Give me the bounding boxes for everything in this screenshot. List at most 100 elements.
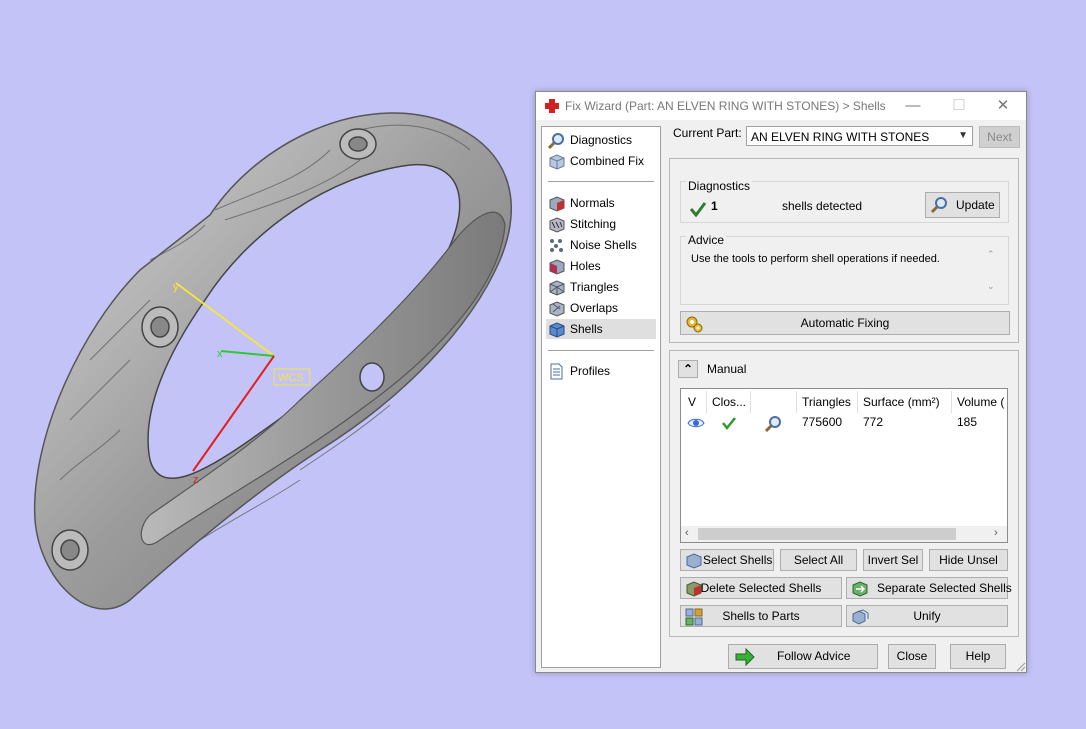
col-header-closed[interactable]: Clos...	[712, 395, 746, 409]
nav-item-diagnostics[interactable]: Diagnostics	[546, 130, 656, 150]
double-chevron-up-icon: ⌃	[682, 362, 694, 376]
shells-table[interactable]: V Clos... Triangles Surface (mm²) Volume…	[680, 388, 1008, 543]
update-button-label: Update	[956, 198, 995, 212]
shells-cube-icon	[549, 322, 565, 338]
delete-selected-shells-label: Delete Selected Shells	[700, 581, 822, 595]
nav-item-shells[interactable]: Shells	[546, 319, 656, 339]
nav-divider	[548, 350, 654, 351]
table-horizontal-scrollbar[interactable]: ‹ ›	[681, 526, 1007, 542]
collapse-manual-button[interactable]: ⌃	[678, 360, 698, 378]
col-header-triangles[interactable]: Triangles	[802, 395, 851, 409]
nav-item-noise-shells[interactable]: Noise Shells	[546, 235, 656, 255]
cell-surface: 772	[863, 415, 884, 429]
follow-advice-label: Follow Advice	[777, 649, 851, 663]
maximize-button[interactable]: ☐	[936, 92, 982, 120]
col-header-visible[interactable]: V	[688, 395, 696, 409]
unify-icon	[852, 609, 869, 625]
magnifier-icon[interactable]	[765, 415, 782, 432]
nav-item-normals[interactable]: Normals	[546, 193, 656, 213]
advice-text: Use the tools to perform shell operation…	[691, 253, 940, 265]
nav-label: Combined Fix	[570, 154, 645, 168]
nav-label: Profiles	[570, 364, 611, 378]
close-button[interactable]: Close	[888, 644, 936, 669]
help-button[interactable]: Help	[950, 644, 1006, 669]
dialog-titlebar[interactable]: Fix Wizard (Part: AN ELVEN RING WITH STO…	[536, 92, 1026, 120]
separate-selected-shells-label: Separate Selected Shells	[877, 581, 1012, 595]
holes-cube-icon	[549, 259, 565, 275]
diagnostics-panel: Diagnostics 1 shells detected Update Adv…	[669, 158, 1019, 343]
red-cross-icon	[545, 99, 559, 113]
current-part-value: AN ELVEN RING WITH STONES	[751, 130, 930, 144]
nav-label: Stitching	[570, 217, 617, 231]
current-part-select[interactable]: AN ELVEN RING WITH STONES ▼	[746, 126, 973, 146]
normals-cube-icon	[549, 196, 565, 212]
wizard-nav: Diagnostics Combined Fix Normals Stitchi…	[541, 126, 661, 668]
automatic-fixing-label: Automatic Fixing	[800, 316, 890, 330]
magnifier-icon	[548, 133, 564, 149]
3d-viewport[interactable]: y x z WCS	[0, 0, 535, 729]
gears-icon	[686, 316, 703, 333]
cell-volume: 185	[957, 415, 978, 429]
unify-button[interactable]: Unify	[846, 605, 1008, 627]
nav-label: Diagnostics	[570, 133, 633, 147]
separate-selected-shells-button[interactable]: Separate Selected Shells	[846, 577, 1012, 599]
unify-label: Unify	[913, 609, 941, 623]
invert-sel-button[interactable]: Invert Sel	[863, 549, 923, 571]
minimize-button[interactable]: —	[890, 92, 936, 120]
fix-wizard-dialog: Fix Wizard (Part: AN ELVEN RING WITH STO…	[535, 91, 1027, 673]
chevron-left-icon[interactable]: ‹	[685, 527, 689, 539]
nav-item-triangles[interactable]: Triangles	[546, 277, 656, 297]
nav-item-holes[interactable]: Holes	[546, 256, 656, 276]
advice-group	[680, 236, 1009, 305]
hide-unsel-button[interactable]: Hide Unsel	[929, 549, 1008, 571]
cube-icon	[549, 154, 565, 170]
arrow-right-icon	[735, 648, 755, 666]
nav-label: Normals	[570, 196, 615, 210]
shells-to-parts-label: Shells to Parts	[722, 609, 800, 623]
resize-grip-icon[interactable]	[1014, 660, 1026, 672]
triangles-cube-icon	[549, 280, 565, 296]
overlaps-cube-icon	[549, 301, 565, 317]
diagnostics-status-text: shells detected	[782, 199, 863, 213]
nav-label: Noise Shells	[570, 238, 637, 252]
nav-item-profiles[interactable]: Profiles	[546, 361, 656, 381]
col-header-surface[interactable]: Surface (mm²)	[863, 395, 940, 409]
x-axis-label: x	[217, 348, 223, 360]
delete-selected-shells-button[interactable]: Delete Selected Shells	[680, 577, 842, 599]
advice-title: Advice	[686, 233, 727, 247]
automatic-fixing-button[interactable]: Automatic Fixing	[680, 311, 1010, 335]
checkmark-icon	[722, 417, 736, 431]
manual-label: Manual	[707, 362, 747, 376]
select-shells-icon	[686, 553, 702, 569]
select-shells-label: Select Shells	[703, 553, 773, 567]
nav-label: Overlaps	[570, 301, 619, 315]
follow-advice-button[interactable]: Follow Advice	[728, 644, 878, 669]
shells-to-parts-button[interactable]: Shells to Parts	[680, 605, 842, 627]
magnifier-icon	[930, 197, 947, 214]
nav-label: Triangles	[570, 280, 619, 294]
nav-item-combined-fix[interactable]: Combined Fix	[546, 151, 656, 171]
nav-divider	[548, 181, 654, 182]
nav-item-stitching[interactable]: Stitching	[546, 214, 656, 234]
update-button[interactable]: Update	[925, 192, 1000, 218]
scrollbar-thumb[interactable]	[698, 528, 956, 540]
next-button[interactable]: Next	[979, 126, 1020, 148]
wcs-label: WCS	[278, 372, 304, 384]
advice-scrollbar[interactable]: ⌃ ⌄	[984, 249, 998, 299]
chevron-right-icon[interactable]: ›	[994, 527, 998, 539]
separate-shells-icon	[852, 581, 868, 597]
select-all-button[interactable]: Select All	[780, 549, 857, 571]
col-header-volume[interactable]: Volume (	[957, 395, 1004, 409]
cell-triangles: 775600	[802, 415, 843, 429]
select-shells-button[interactable]: Select Shells	[680, 549, 774, 571]
z-axis-label: z	[193, 474, 199, 486]
current-part-label: Current Part:	[673, 126, 742, 140]
nav-item-overlaps[interactable]: Overlaps	[546, 298, 656, 318]
close-window-button[interactable]: ✕	[980, 92, 1026, 120]
chevron-down-icon: ▼	[958, 130, 968, 141]
document-icon	[550, 363, 563, 380]
nav-label: Shells	[570, 322, 603, 336]
ring-model[interactable]: y x z WCS	[0, 0, 535, 729]
y-axis-label: y	[173, 281, 179, 293]
eye-icon[interactable]	[687, 417, 705, 429]
